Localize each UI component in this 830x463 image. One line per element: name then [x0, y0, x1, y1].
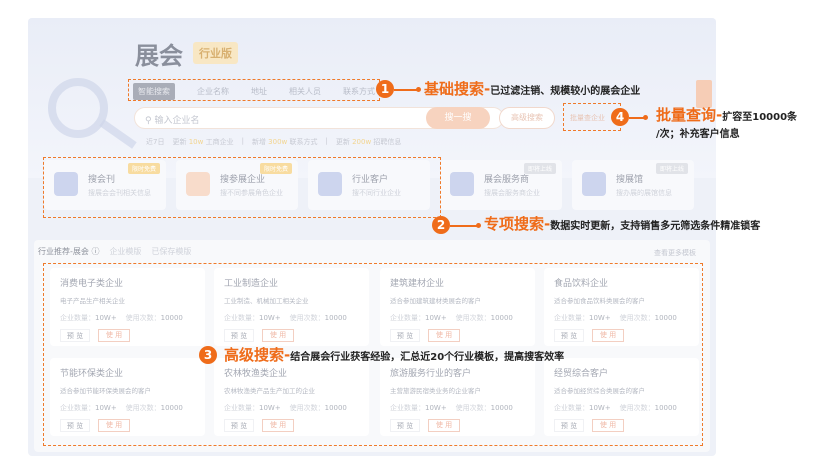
feature-tag: 即将上线 [655, 163, 688, 174]
annotation-connector [394, 89, 418, 91]
page-title: 展会 [135, 42, 183, 70]
divider: | [325, 137, 328, 145]
feature-desc: 搜展会服务商企业 [484, 189, 540, 197]
annotation-2: 专项搜索-数据实时更新，支持销售多元筛选条件精准锁客 [484, 215, 761, 233]
templates-title[interactable]: 行业推荐-展会 ⓘ [38, 246, 99, 257]
person-icon [450, 172, 474, 196]
venue-icon [582, 172, 606, 196]
search-placeholder: 输入企业名 [154, 116, 200, 126]
stat-2: 新增 300w 联系方式 [251, 138, 318, 146]
annotation-dot [476, 223, 481, 228]
annotation-number-2: 2 [432, 216, 450, 234]
tab-saved-templates[interactable]: 已保存模版 [151, 246, 191, 257]
edition-badge: 行业版 [193, 42, 238, 64]
stat-3: 更新 200w 招聘信息 [335, 138, 402, 146]
annotation-dot [416, 87, 421, 92]
templates-header: 行业推荐-展会 ⓘ 企业模版 已保存模版 [38, 246, 191, 257]
info-icon: ⓘ [91, 247, 100, 256]
annotation-number-3: 3 [199, 346, 217, 364]
advanced-search-button[interactable]: 高级搜索 [499, 107, 555, 129]
annotation-box-1 [128, 79, 380, 101]
annotation-3: 高级搜索-结合展会行业获客经验，汇总近20个行业模板，提高搜客效率 [224, 346, 565, 364]
stats-line: 近7日 更新 10w 工商企业 | 新增 300w 联系方式 | 更新 200w… [146, 137, 401, 147]
annotation-1: 基础搜索-已过滤注销、规模较小的展会企业 [424, 80, 641, 98]
feature-card-service-providers[interactable]: 展会服务商搜展会服务商企业 即将上线 [440, 160, 562, 210]
feature-desc: 搜办展的展馆信息 [616, 189, 672, 197]
tab-company-templates[interactable]: 企业模版 [109, 246, 141, 257]
feature-name: 展会服务商 [484, 175, 530, 185]
annotation-connector [450, 225, 478, 227]
more-templates-link[interactable]: 查看更多模板 [654, 248, 696, 258]
annotation-number-1: 1 [376, 80, 394, 98]
magnifier-illustration-icon [48, 78, 108, 138]
feature-tag: 即将上线 [523, 163, 556, 174]
stat-1: 更新 10w 工商企业 [172, 138, 234, 146]
stats-period: 近7日 [146, 138, 165, 146]
feature-card-venues[interactable]: 搜展馆搜办展的展馆信息 即将上线 [572, 160, 694, 210]
divider: | [241, 137, 244, 145]
annotation-box-2 [43, 157, 441, 218]
search-button[interactable]: 搜一搜 [426, 107, 490, 129]
annotation-dot [643, 115, 648, 120]
annotation-number-4: 4 [611, 108, 629, 126]
feature-name: 搜展馆 [616, 175, 644, 185]
annotation-4: 批量查询-扩容至10000条/次；补充客户信息 [656, 106, 798, 140]
